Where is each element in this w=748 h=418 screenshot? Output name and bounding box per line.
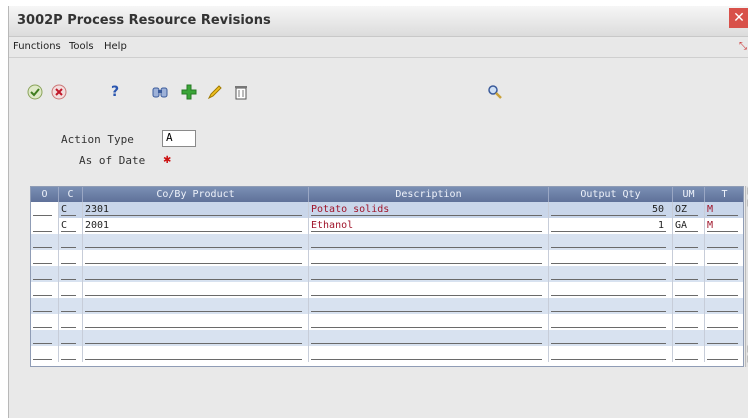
action-type-label: Action Type	[61, 133, 134, 146]
col-header-description[interactable]: Description	[309, 187, 549, 202]
ok-button[interactable]	[25, 82, 45, 102]
table-row[interactable]: C 2001 Ethanol 1 GA M	[31, 218, 743, 234]
cell-t[interactable]: M	[705, 218, 743, 234]
application-window: 3002P Process Resource Revisions ✕ Funct…	[8, 6, 748, 418]
cell-description[interactable]: Potato solids	[309, 202, 549, 218]
col-header-product[interactable]: Co/By Product	[83, 187, 309, 202]
menu-bar: Functions Tools Help ⤡	[9, 39, 748, 58]
cell-output-qty[interactable]: 1	[549, 218, 673, 234]
detail-grid: O C Co/By Product Description Output Qty…	[30, 186, 744, 367]
cancel-icon	[51, 84, 67, 100]
menu-functions[interactable]: Functions	[13, 41, 61, 52]
restore-icon[interactable]: ⤡	[739, 41, 747, 52]
menu-tools[interactable]: Tools	[69, 41, 94, 52]
cell-description[interactable]: Ethanol	[309, 218, 549, 234]
table-row[interactable]: C 2301 Potato solids 50 OZ M	[31, 202, 743, 218]
trash-icon	[235, 86, 247, 100]
required-marker: ✱	[163, 155, 172, 166]
col-header-um[interactable]: UM	[673, 187, 705, 202]
add-icon	[181, 84, 197, 100]
as-of-date-label: As of Date	[79, 154, 146, 167]
toolbar: ?	[9, 82, 748, 106]
table-row-empty[interactable]	[31, 282, 743, 298]
title-bar: 3002P Process Resource Revisions ✕	[9, 6, 748, 37]
magnifier-icon	[488, 85, 502, 99]
help-icon: ?	[110, 84, 120, 100]
add-button[interactable]	[179, 82, 199, 102]
cell-o[interactable]	[31, 202, 59, 218]
cell-t[interactable]: M	[705, 202, 743, 218]
col-header-output-qty[interactable]: Output Qty	[549, 187, 673, 202]
cell-um[interactable]: OZ	[673, 202, 705, 218]
table-row-empty[interactable]	[31, 298, 743, 314]
search-button[interactable]	[485, 82, 505, 102]
checkmark-icon	[27, 84, 43, 100]
table-row-empty[interactable]	[31, 266, 743, 282]
pencil-icon	[207, 85, 222, 100]
col-header-o[interactable]: O	[31, 187, 59, 202]
cell-product[interactable]: 2301	[83, 202, 309, 218]
cell-um[interactable]: GA	[673, 218, 705, 234]
cell-c[interactable]: C	[59, 202, 83, 218]
action-type-input[interactable]: A	[162, 130, 196, 147]
help-button[interactable]: ?	[105, 82, 125, 102]
table-row-empty[interactable]	[31, 314, 743, 330]
find-button[interactable]	[150, 82, 170, 102]
table-row-empty[interactable]	[31, 234, 743, 250]
cancel-button[interactable]	[49, 82, 69, 102]
table-row-empty[interactable]	[31, 346, 743, 362]
menu-help[interactable]: Help	[104, 41, 127, 52]
cell-output-qty[interactable]: 50	[549, 202, 673, 218]
window-title: 3002P Process Resource Revisions	[17, 13, 271, 28]
col-header-t[interactable]: T	[705, 187, 743, 202]
table-row-empty[interactable]	[31, 250, 743, 266]
binoculars-icon	[152, 87, 168, 98]
table-row-empty[interactable]	[31, 330, 743, 346]
edit-button[interactable]	[205, 82, 225, 102]
cell-o[interactable]	[31, 218, 59, 234]
col-header-c[interactable]: C	[59, 187, 83, 202]
cell-product[interactable]: 2001	[83, 218, 309, 234]
cell-c[interactable]: C	[59, 218, 83, 234]
delete-button[interactable]	[231, 82, 251, 102]
close-button[interactable]: ✕	[729, 8, 748, 28]
